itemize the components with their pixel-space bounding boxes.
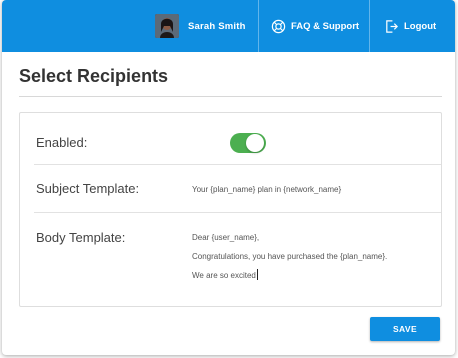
body-line-last: We are so excited <box>192 266 432 285</box>
body-line: Dear {user_name}, <box>192 233 260 242</box>
text-cursor <box>256 269 258 280</box>
recipients-form: Enabled: Subject Template: Your {plan_na… <box>19 112 442 307</box>
enabled-toggle[interactable] <box>230 133 266 153</box>
logout-label: Logout <box>404 20 437 32</box>
logout-button[interactable]: Logout <box>384 0 436 52</box>
body-template-editor[interactable]: Dear {user_name}, Congratulations, you h… <box>192 228 432 285</box>
faq-support-label: FAQ & Support <box>291 20 360 32</box>
avatar-photo <box>155 14 179 38</box>
faq-support-button[interactable]: FAQ & Support <box>271 0 359 52</box>
toggle-knob <box>246 134 264 152</box>
subject-template-input[interactable]: Your {plan_name} plan in {network_name} <box>192 185 341 194</box>
topbar-divider <box>258 0 259 52</box>
body-template-label: Body Template: <box>36 230 126 245</box>
row-divider <box>34 212 441 213</box>
logout-icon <box>384 19 399 34</box>
save-button[interactable]: SAVE <box>370 317 440 341</box>
row-divider <box>34 164 441 165</box>
body-line: Congratulations, you have purchased the … <box>192 252 388 261</box>
lifebuoy-icon <box>271 19 286 34</box>
title-divider <box>19 96 442 97</box>
app-window: Sarah Smith FAQ & Support Logout Select … <box>2 0 455 355</box>
enabled-label: Enabled: <box>36 135 88 150</box>
body-line: We are so excited <box>192 271 256 280</box>
user-menu[interactable]: Sarah Smith <box>155 0 257 52</box>
subject-template-label: Subject Template: <box>36 181 140 196</box>
page-title: Select Recipients <box>19 66 169 86</box>
topbar-divider <box>369 0 370 52</box>
top-bar: Sarah Smith FAQ & Support Logout <box>2 0 455 52</box>
user-name: Sarah Smith <box>188 20 246 32</box>
avatar <box>155 14 179 38</box>
